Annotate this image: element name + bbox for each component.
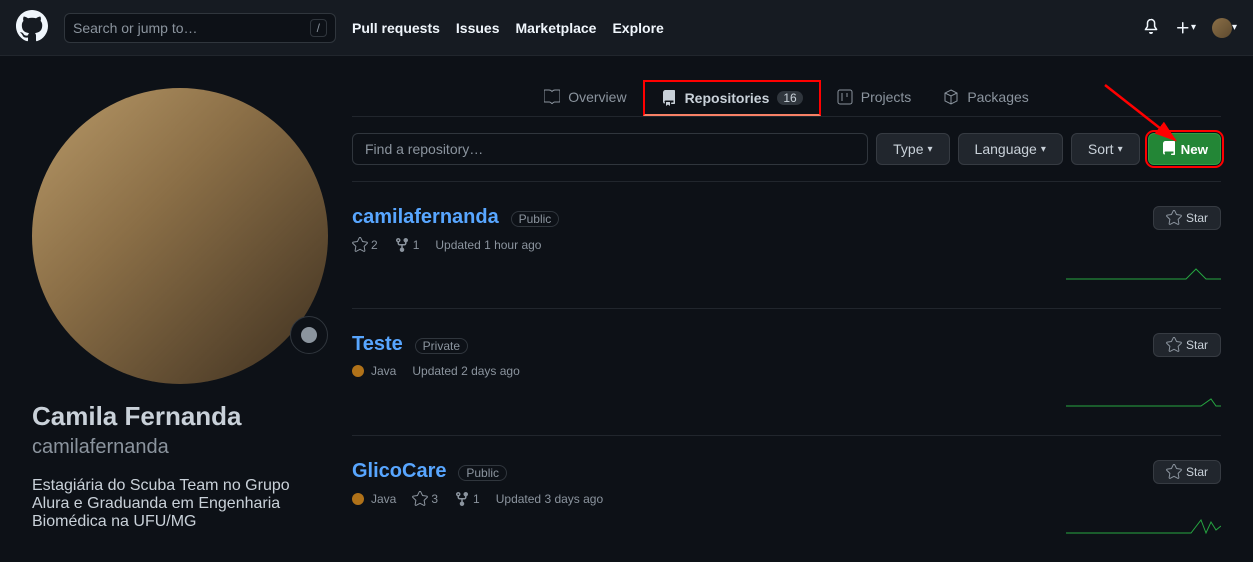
profile-sidebar: Camila Fernanda camilafernanda Estagiári… [32,88,328,562]
star-button[interactable]: Star [1153,333,1221,357]
sort-filter-button[interactable]: Sort▾ [1071,133,1140,165]
repo-filters: Type▾ Language▾ Sort▾ New [352,133,1221,165]
activity-sparkline [1066,254,1221,284]
repo-item: GlicoCare Public Java 3 1 Updated 3 days… [352,435,1221,562]
repo-link[interactable]: camilafernanda [352,206,499,228]
tab-label: Repositories [685,90,770,106]
visibility-badge: Public [511,211,560,227]
star-button[interactable]: Star [1153,206,1221,230]
updated-text: Updated 2 days ago [412,364,519,378]
global-search[interactable]: / [64,13,336,43]
language-tag: Java [352,492,396,506]
nav-marketplace[interactable]: Marketplace [516,20,597,36]
nav-explore[interactable]: Explore [612,20,663,36]
user-menu[interactable]: ▾ [1212,18,1237,38]
tab-overview[interactable]: Overview [528,80,642,116]
stars-count[interactable]: 3 [412,491,438,507]
profile-bio: Estagiária do Scuba Team no Grupo Alura … [32,477,328,531]
visibility-badge: Public [458,465,507,481]
visibility-badge: Private [415,338,468,354]
profile-tabs: Overview Repositories 16 Projects Packag… [352,80,1221,117]
github-logo-icon[interactable] [16,10,48,45]
caret-down-icon: ▾ [1232,22,1237,33]
profile-username: camilafernanda [32,433,328,461]
tab-label: Packages [967,89,1028,105]
type-filter-button[interactable]: Type▾ [876,133,949,165]
find-repo-input[interactable] [352,133,868,165]
new-repo-button[interactable]: New [1148,133,1221,165]
activity-sparkline [1066,381,1221,411]
updated-text: Updated 3 days ago [496,492,603,506]
repo-item: camilafernanda Public 2 1 Updated 1 hour… [352,181,1221,308]
header-right: ▾ ▾ [1143,18,1237,38]
avatar-icon [1212,18,1232,38]
repo-item: Teste Private Java Updated 2 days ago St… [352,308,1221,435]
global-header: / Pull requests Issues Marketplace Explo… [0,0,1253,56]
repo-list: camilafernanda Public 2 1 Updated 1 hour… [352,181,1221,562]
tab-label: Overview [568,89,626,105]
tab-projects[interactable]: Projects [821,80,928,116]
primary-nav: Pull requests Issues Marketplace Explore [352,20,664,36]
forks-count[interactable]: 1 [454,491,480,507]
language-tag: Java [352,364,396,378]
notifications-icon[interactable] [1143,18,1159,37]
repo-link[interactable]: GlicoCare [352,460,446,482]
profile-fullname: Camila Fernanda [32,400,328,433]
tab-packages[interactable]: Packages [927,80,1044,116]
search-input[interactable] [73,20,310,36]
set-status-button[interactable] [290,316,328,354]
slash-key-icon: / [310,19,327,37]
repo-link[interactable]: Teste [352,333,403,355]
stars-count[interactable]: 2 [352,237,378,253]
tab-repositories[interactable]: Repositories 16 [643,80,821,116]
nav-pull-requests[interactable]: Pull requests [352,20,440,36]
tab-label: Projects [861,89,912,105]
star-button[interactable]: Star [1153,460,1221,484]
updated-text: Updated 1 hour ago [435,238,541,252]
repo-count-badge: 16 [777,91,802,105]
activity-sparkline [1066,508,1221,538]
caret-down-icon: ▾ [1191,22,1196,33]
forks-count[interactable]: 1 [394,237,420,253]
create-new-dropdown[interactable]: ▾ [1175,20,1196,36]
profile-avatar[interactable] [32,88,328,384]
language-filter-button[interactable]: Language▾ [958,133,1063,165]
nav-issues[interactable]: Issues [456,20,500,36]
